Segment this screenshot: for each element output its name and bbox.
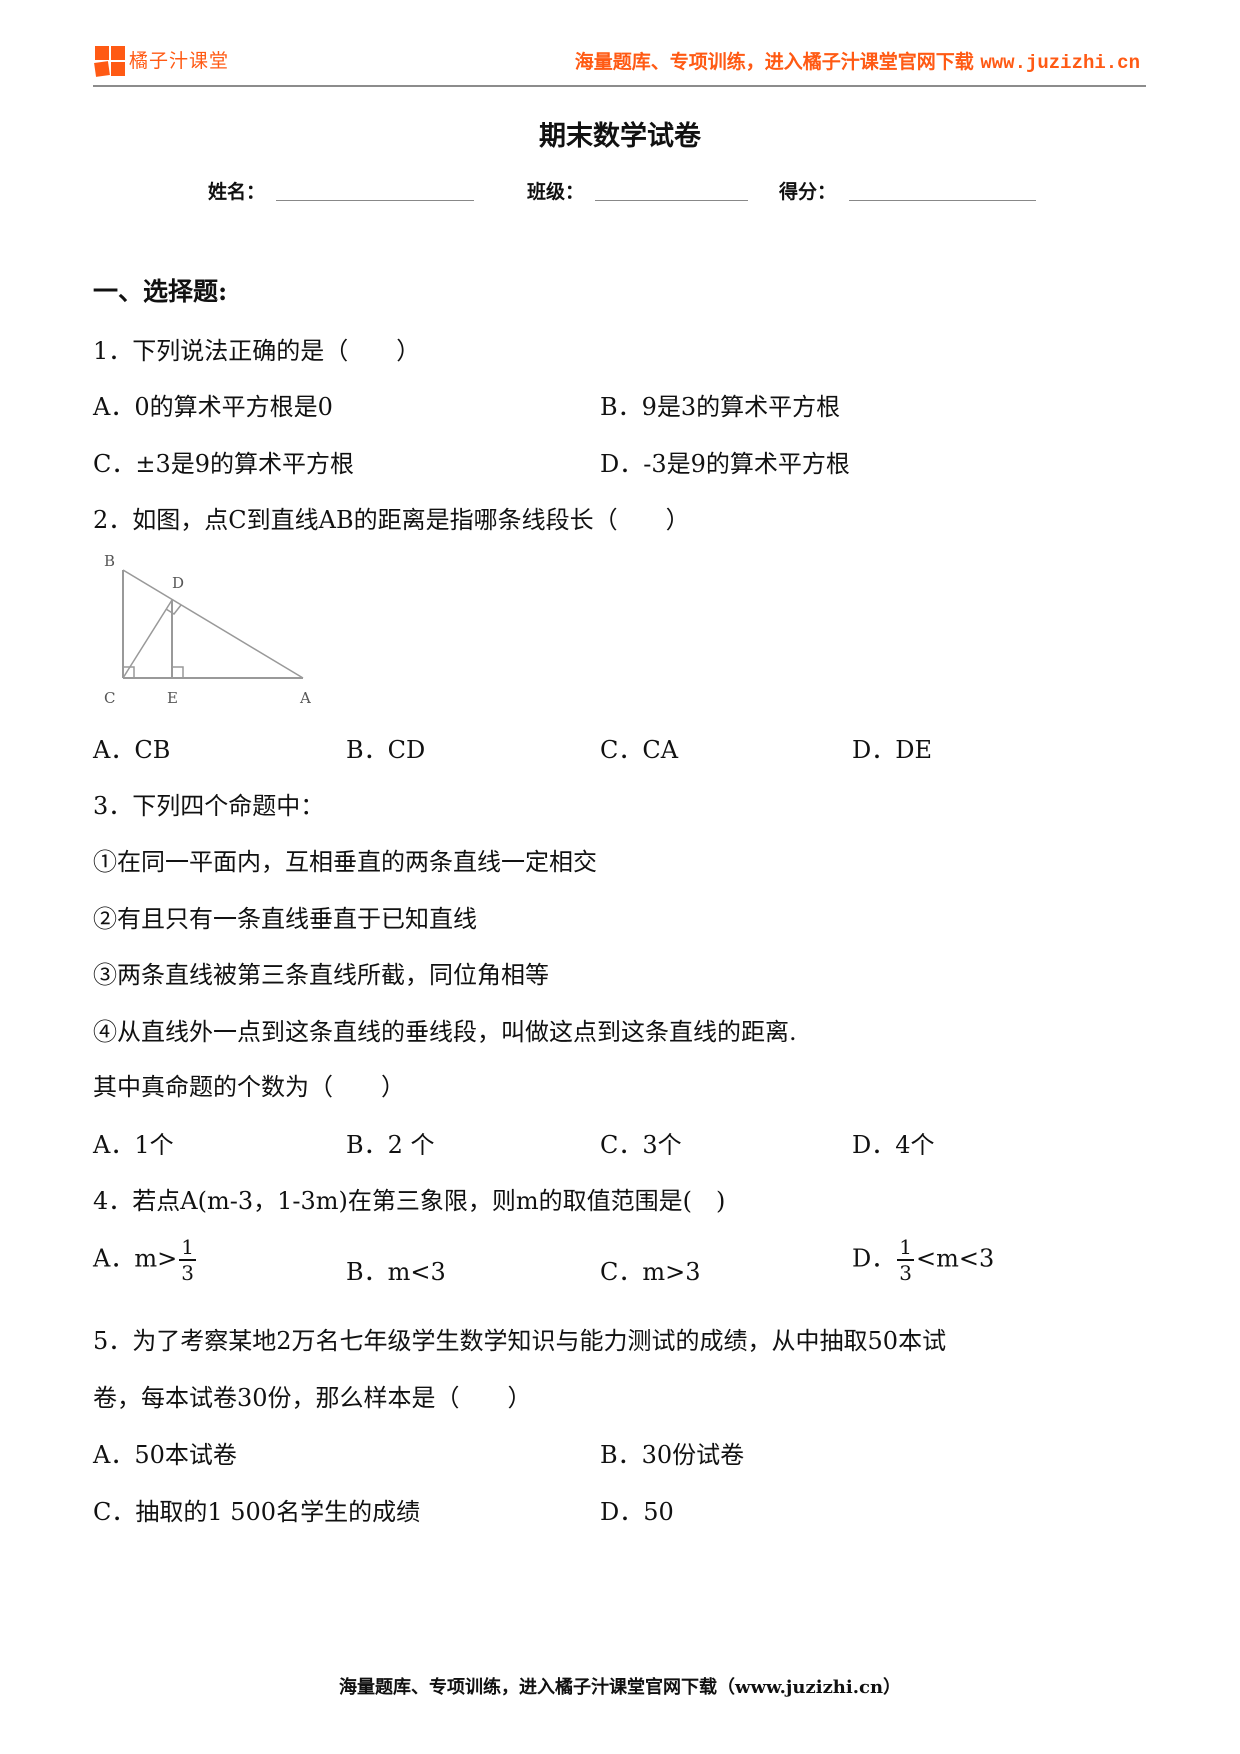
header-slogan: 海量题库、专项训练，进入橘子汁课堂官网下载 www.juzizhi.cn [575,47,1140,74]
label-b: B [104,552,115,570]
fraction-numerator: 1 [179,1235,196,1261]
header-url-link[interactable]: www.juzizhi.cn [980,52,1140,74]
question-5-option-d[interactable]: D．50 [600,1492,674,1527]
question-3-option-a[interactable]: A．1个 [93,1125,174,1160]
question-5-stem-line-1: 5．为了考察某地2万名七年级学生数学知识与能力测试的成绩，从中抽取50本试 [93,1327,947,1355]
name-label: 姓名： [208,181,266,203]
question-5-option-c[interactable]: C．抽取的1 500名学生的成绩 [93,1492,420,1527]
fraction-one-third: 13 [897,1237,914,1283]
section-heading: 一、选择题: [93,277,228,306]
fraction-one-third: 13 [179,1237,196,1283]
class-label: 班级： [527,181,585,203]
question-2-option-b[interactable]: B．CD [346,730,425,765]
question-5-option-b[interactable]: B．30份试卷 [600,1435,744,1470]
label-c: C [104,689,115,707]
question-3-statement-4: ④从直线外一点到这条直线的垂线段，叫做这点到这条直线的距离. [93,1018,797,1046]
question-3-statement-1: ①在同一平面内，互相垂直的两条直线一定相交 [93,848,597,876]
class-field[interactable] [595,200,748,201]
option-a-text: A．m> [93,1244,178,1273]
option-d-suffix: <m<3 [915,1244,995,1273]
fraction-denominator: 3 [181,1261,194,1285]
question-3-prompt: 其中真命题的个数为（ ） [93,1073,405,1101]
question-1-option-b[interactable]: B．9是3的算术平方根 [600,387,840,422]
question-1-option-a[interactable]: A．0的算术平方根是0 [93,387,333,422]
score-label: 得分： [779,181,837,203]
question-1-stem: 1．下列说法正确的是（ ） [93,337,421,365]
question-3-statement-3: ③两条直线被第三条直线所截，同位角相等 [93,961,549,989]
question-4-option-c[interactable]: C．m>3 [600,1252,701,1287]
question-1-option-c[interactable]: C．±3是9的算术平方根 [93,444,354,479]
score-field[interactable] [849,200,1036,201]
option-d-text: D． [852,1244,896,1273]
question-4-option-d[interactable]: D． 1 3 <m<3 [852,1237,994,1283]
fraction-numerator: 1 [897,1235,914,1261]
name-field[interactable] [276,200,474,201]
header-divider [93,85,1146,87]
header-slogan-text: 海量题库、专项训练，进入橘子汁课堂官网下载 [574,51,974,73]
fraction-denominator: 3 [899,1261,912,1285]
question-3-option-b[interactable]: B．2 个 [346,1125,435,1160]
right-angle-e [172,666,184,678]
triangle-figure: B D C E A [104,552,311,707]
question-4-option-b[interactable]: B．m<3 [346,1252,446,1287]
page-title: 期末数学试卷 [539,121,701,152]
label-e: E [167,689,178,707]
question-3-option-c[interactable]: C．3个 [600,1125,682,1160]
question-5-stem-line-2: 卷，每本试卷30份，那么样本是（ ） [93,1384,532,1412]
brand-name: 橘子汁课堂 [129,50,230,72]
question-5-option-a[interactable]: A．50本试卷 [93,1435,237,1470]
label-d: D [172,574,184,592]
brand-logo-icon [94,46,125,77]
question-2-option-d[interactable]: D．DE [852,730,932,765]
question-3-stem: 3．下列四个命题中： [93,792,325,820]
question-1-option-d[interactable]: D．-3是9的算术平方根 [600,444,850,479]
page-footer: 海量题库、专项训练，进入橘子汁课堂官网下载（www.juzizhi.cn） [338,1677,902,1698]
question-3-statement-2: ②有且只有一条直线垂直于已知直线 [93,905,477,933]
question-2-option-a[interactable]: A．CB [93,730,170,765]
question-4-option-a[interactable]: A．m> 1 3 [93,1237,198,1283]
segment-ba [122,569,304,679]
question-3-option-d[interactable]: D．4个 [852,1125,935,1160]
question-2-stem: 2．如图，点C到直线AB的距离是指哪条线段长（ ） [93,506,690,534]
question-2-option-c[interactable]: C．CA [600,730,678,765]
question-4-stem: 4．若点A(m-3，1-3m)在第三象限，则m的取值范围是( ) [93,1187,726,1215]
label-a: A [299,689,311,707]
